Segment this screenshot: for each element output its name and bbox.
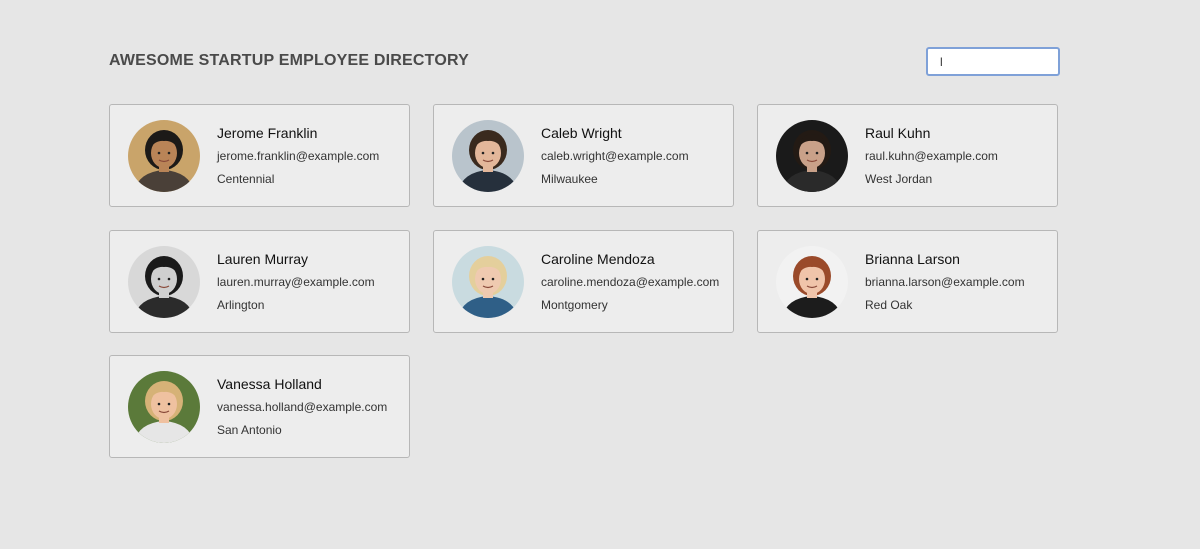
portrait-image [776,246,848,318]
employee-info: Caroline Mendoza caroline.mendoza@exampl… [541,250,719,313]
employee-info: Brianna Larson brianna.larson@example.co… [865,250,1025,313]
employee-email: vanessa.holland@example.com [217,400,388,414]
employee-email: brianna.larson@example.com [865,275,1025,289]
employee-email: lauren.murray@example.com [217,275,375,289]
employee-info: Lauren Murray lauren.murray@example.com … [217,250,375,313]
employee-city: Arlington [217,298,265,312]
employee-city: Centennial [217,172,275,186]
portrait-image [128,246,200,318]
employee-avatar [776,246,848,318]
employee-card[interactable]: Jerome Franklin jerome.franklin@example.… [109,104,410,207]
employee-avatar [128,371,200,443]
employee-name: Lauren Murray [217,251,309,267]
employee-card[interactable]: Lauren Murray lauren.murray@example.com … [109,230,410,333]
employee-avatar [128,120,200,192]
search-input[interactable] [926,47,1060,76]
employee-info: Caleb Wright caleb.wright@example.com Mi… [541,124,689,187]
page-title: AWESOME STARTUP EMPLOYEE DIRECTORY [109,52,470,69]
portrait-image [128,120,200,192]
employee-card[interactable]: Caroline Mendoza caroline.mendoza@exampl… [433,230,734,333]
employee-info: Jerome Franklin jerome.franklin@example.… [217,124,379,187]
employee-name: Vanessa Holland [217,376,322,392]
portrait-image [452,246,524,318]
employee-city: West Jordan [865,172,933,186]
employee-city: Montgomery [541,298,608,312]
employee-avatar [452,246,524,318]
employee-email: jerome.franklin@example.com [217,149,380,163]
employee-avatar [128,246,200,318]
page-header: AWESOME STARTUP EMPLOYEE DIRECTORY [109,47,1060,77]
employee-info: Raul Kuhn raul.kuhn@example.com West Jor… [865,124,998,187]
employee-card[interactable]: Raul Kuhn raul.kuhn@example.com West Jor… [757,104,1058,207]
employee-card[interactable]: Vanessa Holland vanessa.holland@example.… [109,355,410,458]
employee-email: raul.kuhn@example.com [865,149,998,163]
employee-avatar [776,120,848,192]
employee-email: caroline.mendoza@example.com [541,275,720,289]
portrait-image [452,120,524,192]
employee-email: caleb.wright@example.com [541,149,689,163]
employee-name: Caroline Mendoza [541,251,655,267]
employee-name: Brianna Larson [865,251,960,267]
employee-city: San Antonio [217,423,282,437]
employee-card[interactable]: Brianna Larson brianna.larson@example.co… [757,230,1058,333]
employee-name: Raul Kuhn [865,125,931,141]
employee-name: Jerome Franklin [217,125,318,141]
employee-city: Milwaukee [541,172,598,186]
employee-city: Red Oak [865,298,913,312]
portrait-image [776,120,848,192]
employee-name: Caleb Wright [541,125,622,141]
employee-card[interactable]: Caleb Wright caleb.wright@example.com Mi… [433,104,734,207]
employee-info: Vanessa Holland vanessa.holland@example.… [217,375,387,438]
employee-avatar [452,120,524,192]
portrait-image [128,371,200,443]
